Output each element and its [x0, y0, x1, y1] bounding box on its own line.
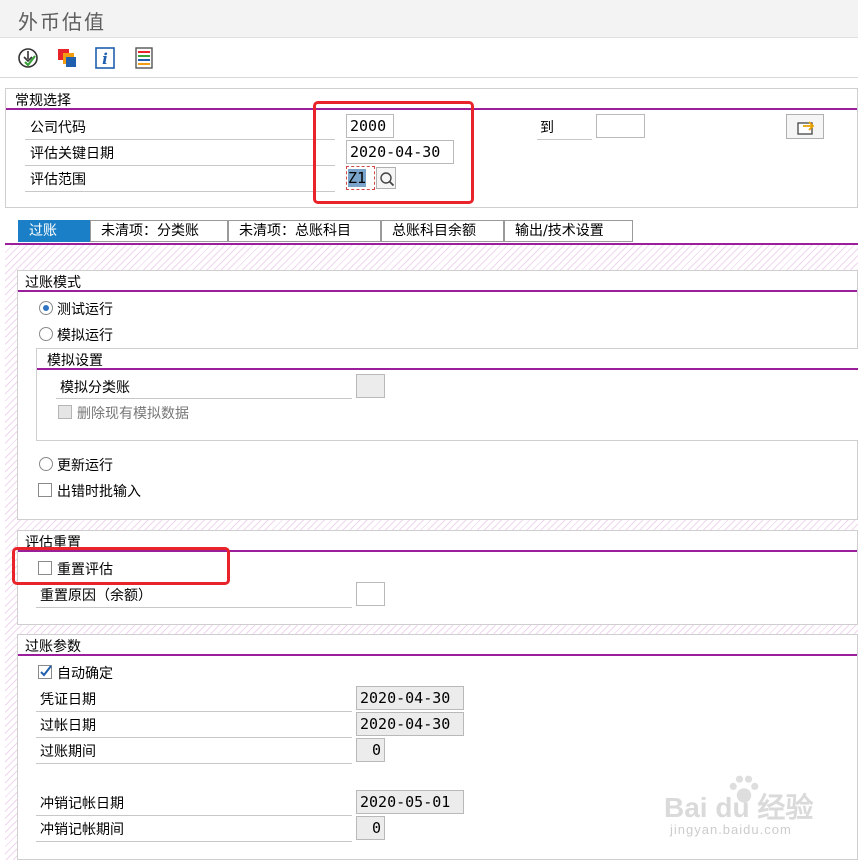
reset-reason-label: 重置原因（余额）	[40, 588, 152, 604]
batch-input-checkbox[interactable]	[38, 483, 52, 497]
highlight-frame	[12, 547, 230, 585]
row-divider	[25, 139, 335, 140]
reversal-date-label: 冲销记帐日期	[40, 796, 124, 812]
delete-sim-data-label: 删除现有模拟数据	[77, 406, 189, 422]
info-icon[interactable]: i	[93, 46, 117, 70]
simulation-settings-group: 模拟设置	[36, 348, 858, 441]
title-bar	[0, 0, 858, 38]
posting-period-input[interactable]: 0	[356, 738, 385, 762]
reset-reason-input[interactable]	[356, 582, 385, 606]
group-divider	[18, 290, 857, 292]
auto-confirm-label: 自动确定	[57, 666, 113, 682]
row-divider	[36, 815, 352, 816]
execute-check-icon[interactable]	[16, 46, 40, 70]
reversal-period-label: 冲销记帐期间	[40, 822, 124, 838]
tab-open-items-gl-account[interactable]: 未清项：总账科目	[228, 220, 381, 242]
row-divider	[36, 763, 352, 764]
simulation-run-label: 模拟运行	[57, 328, 113, 344]
group-title: 过账模式	[25, 275, 81, 291]
doc-date-label: 凭证日期	[40, 692, 96, 708]
to-label: 到	[540, 120, 554, 136]
doc-date-input[interactable]: 2020-04-30	[356, 686, 464, 710]
tab-posting[interactable]: 过账	[18, 220, 90, 242]
watermark-url: jingyan.baidu.com	[670, 822, 792, 837]
test-run-label: 测试运行	[57, 302, 113, 318]
row-divider	[56, 398, 352, 399]
posting-period-label: 过账期间	[40, 744, 96, 760]
tab-gl-balances[interactable]: 总账科目余额	[381, 220, 504, 242]
simulation-run-radio[interactable]	[39, 327, 53, 341]
row-divider	[537, 139, 592, 140]
svg-text:i: i	[102, 50, 108, 68]
list-icon[interactable]	[132, 46, 156, 70]
group-title: 过账参数	[25, 639, 81, 655]
page-title: 外币估值	[18, 10, 106, 34]
key-date-label: 评估关键日期	[30, 146, 114, 162]
row-divider	[36, 711, 352, 712]
simulation-ledger-input[interactable]	[356, 374, 385, 398]
row-divider	[25, 165, 335, 166]
tab-open-items-ledger[interactable]: 未清项：分类账	[90, 220, 228, 242]
group-divider	[37, 368, 858, 370]
row-divider	[36, 737, 352, 738]
valuation-area-label: 评估范围	[30, 172, 86, 188]
highlight-frame	[313, 101, 474, 204]
group-title: 常规选择	[15, 93, 71, 109]
row-divider	[25, 191, 335, 192]
company-code-to-input[interactable]	[596, 114, 645, 138]
checkmark-icon	[40, 665, 52, 677]
tab-output-settings[interactable]: 输出/技术设置	[504, 220, 633, 242]
multiple-selection-button[interactable]	[786, 114, 824, 139]
posting-date-label: 过帐日期	[40, 718, 96, 734]
toolbar: i	[0, 38, 858, 78]
test-run-radio[interactable]	[39, 301, 53, 315]
watermark: Bai du 经验 jingyan.baidu.com	[664, 772, 854, 842]
reversal-date-input[interactable]: 2020-05-01	[356, 790, 464, 814]
group-title: 模拟设置	[47, 353, 103, 369]
multiple-selection-icon	[797, 121, 815, 135]
group-divider	[18, 654, 857, 656]
row-divider	[36, 841, 352, 842]
row-divider	[36, 607, 352, 608]
copy-variant-icon[interactable]	[55, 46, 79, 70]
batch-input-label: 出错时批输入	[57, 484, 141, 500]
update-run-radio[interactable]	[39, 457, 53, 471]
update-run-label: 更新运行	[57, 458, 113, 474]
posting-date-input[interactable]: 2020-04-30	[356, 712, 464, 736]
auto-confirm-checkbox[interactable]	[38, 665, 52, 679]
reversal-period-input[interactable]: 0	[356, 816, 385, 840]
company-code-label: 公司代码	[30, 120, 86, 136]
delete-sim-data-checkbox[interactable]	[58, 405, 72, 419]
simulation-ledger-label: 模拟分类账	[60, 380, 130, 396]
watermark-brand: Bai du 经验	[664, 792, 814, 823]
